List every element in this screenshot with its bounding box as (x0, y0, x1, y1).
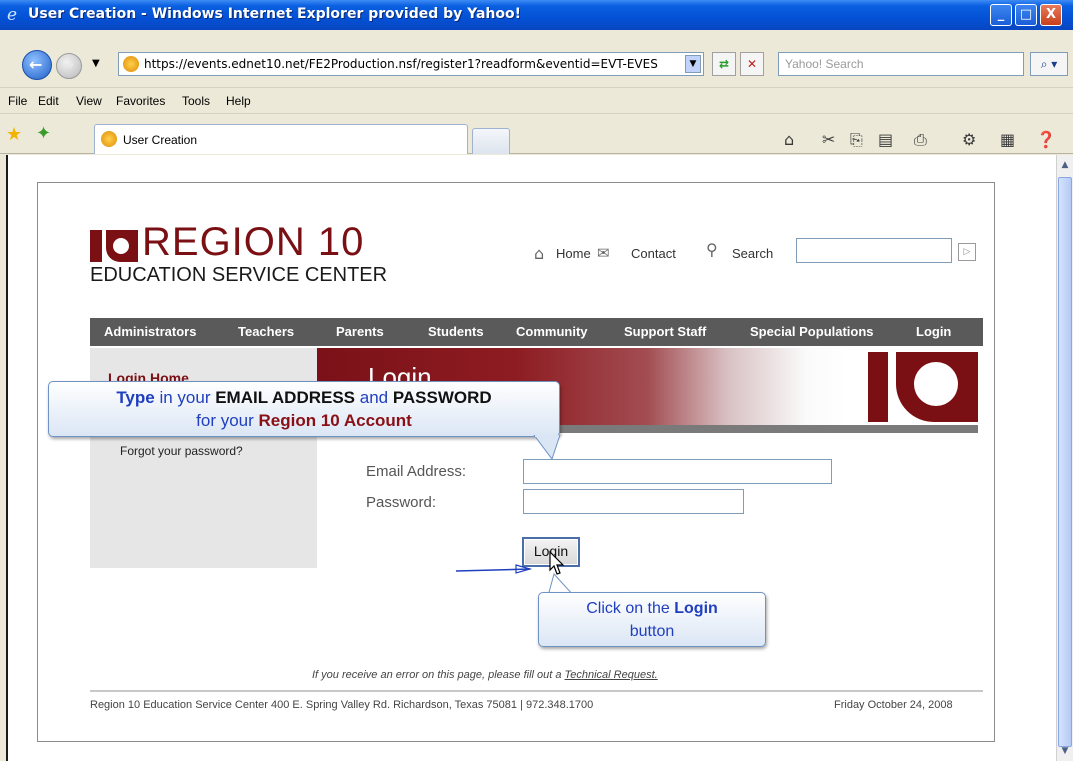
minimize-button[interactable]: _ (990, 4, 1012, 26)
nav-support-staff[interactable]: Support Staff (624, 324, 706, 339)
technical-request-link[interactable]: Technical Request. (565, 669, 658, 681)
scroll-down-icon[interactable]: ▼ (1058, 743, 1072, 759)
internet-explorer-icon: e (7, 5, 17, 23)
footer-address: Region 10 Education Service Center 400 E… (90, 699, 594, 711)
click-login-callout: Click on the Login button (538, 592, 766, 647)
callout-line-2: for your Region 10 Account (49, 411, 559, 431)
tab-user-creation[interactable]: User Creation (94, 124, 468, 154)
site-home-icon[interactable]: ⌂ (534, 244, 544, 263)
contact-mail-icon[interactable]: ✉ (597, 244, 610, 262)
callout-type-word: Type (116, 388, 155, 407)
password-field[interactable] (523, 489, 744, 514)
nav-teachers[interactable]: Teachers (238, 324, 294, 339)
address-dropdown-icon[interactable]: ▼ (685, 55, 701, 73)
email-field[interactable] (523, 459, 832, 484)
close-button[interactable]: X (1040, 4, 1062, 26)
vertical-scrollbar[interactable]: ▲ ▼ (1056, 155, 1073, 761)
callout-email-word: EMAIL ADDRESS (215, 388, 356, 407)
site-search-input[interactable] (796, 238, 952, 263)
clipboard-icon[interactable]: ▤ (878, 130, 893, 149)
nav-parents[interactable]: Parents (336, 324, 384, 339)
page-menu-icon[interactable]: ▦ (1000, 130, 1015, 149)
site-search-go-icon[interactable]: ▷ (958, 243, 976, 261)
back-button[interactable]: ← (22, 50, 52, 80)
nav-login[interactable]: Login (916, 324, 951, 339)
nav-administrators[interactable]: Administrators (104, 324, 196, 339)
callout-and-word: and (355, 388, 393, 407)
tools-icon[interactable]: ⚙ (962, 130, 976, 149)
menu-bar: File Edit View Favorites Tools Help (0, 88, 1073, 114)
callout-login-word: Login (674, 600, 718, 617)
error-note: If you receive an error on this page, pl… (312, 669, 658, 681)
footer-date: Friday October 24, 2008 (834, 699, 953, 711)
forgot-password-link[interactable]: Forgot your password? (120, 444, 243, 458)
email-label: Email Address: (366, 463, 467, 480)
site-favicon-icon (123, 56, 139, 72)
forward-arrow-icon: → (62, 57, 74, 73)
title-bar: e User Creation - Windows Internet Explo… (0, 0, 1073, 30)
site-favicon-icon (101, 131, 117, 147)
feeds-icon[interactable]: ✂ (822, 130, 835, 149)
contact-link[interactable]: Contact (631, 246, 676, 261)
footer-divider (90, 690, 983, 692)
callout-text: for your (196, 411, 259, 430)
menu-view[interactable]: View (76, 94, 102, 108)
menu-help[interactable]: Help (226, 94, 251, 108)
search-label: Search (732, 246, 774, 261)
search-icon: ⌕ ▾ (1040, 57, 1058, 71)
callout-pointer (533, 435, 561, 461)
menu-tools[interactable]: Tools (182, 94, 210, 108)
new-tab-button[interactable] (472, 128, 510, 154)
stop-icon: ✕ (746, 57, 758, 71)
window-title: User Creation - Windows Internet Explore… (28, 6, 522, 22)
scroll-up-icon[interactable]: ▲ (1058, 157, 1072, 173)
error-text: If you receive an error on this page, pl… (312, 669, 562, 681)
callout-line-1: Click on the Login (539, 599, 765, 619)
url-text[interactable]: https://events.ednet10.net/FE2Production… (144, 57, 674, 71)
callout-password-word: PASSWORD (392, 388, 492, 407)
nav-students[interactable]: Students (428, 324, 484, 339)
add-favorites-icon[interactable]: ✦ (36, 123, 51, 144)
password-label: Password: (366, 494, 437, 511)
address-bar[interactable]: https://events.ednet10.net/FE2Production… (118, 52, 704, 76)
history-dropdown-icon[interactable]: ▼ (92, 58, 100, 69)
back-arrow-icon: ← (29, 55, 43, 74)
callout-line-2: button (629, 623, 675, 640)
page-icon[interactable]: ⎘ (850, 130, 863, 150)
menu-edit[interactable]: Edit (38, 94, 59, 108)
home-icon[interactable]: ⌂ (784, 130, 794, 149)
stop-button[interactable]: ✕ (740, 52, 764, 76)
callout-text: in your (154, 388, 216, 407)
refresh-icon: ⇄ (718, 57, 730, 71)
callout-account-word: Region 10 Account (258, 411, 412, 430)
yahoo-search-input[interactable]: Yahoo! Search (778, 52, 1024, 76)
menu-favorites[interactable]: Favorites (116, 94, 165, 108)
home-link[interactable]: Home (556, 246, 591, 261)
refresh-button[interactable]: ⇄ (712, 52, 736, 76)
logo-text: REGION 10 (142, 220, 365, 264)
scroll-thumb[interactable] (1058, 177, 1072, 747)
callout-text: Click on the (586, 600, 675, 617)
nav-special-populations[interactable]: Special Populations (750, 324, 874, 339)
maximize-button[interactable]: □ (1015, 4, 1037, 26)
banner-logo-mark (868, 352, 978, 422)
logo-subtitle: EDUCATION SERVICE CENTER (90, 264, 388, 286)
print-icon[interactable]: ⎙ (914, 130, 927, 150)
favorites-star-icon[interactable]: ★ (6, 124, 22, 145)
region10-logo[interactable]: REGION 10 EDUCATION SERVICE CENTER (90, 220, 390, 290)
callout-line-1: Type in your EMAIL ADDRESS and PASSWORD (49, 388, 559, 408)
nav-community[interactable]: Community (516, 324, 588, 339)
forward-button[interactable]: → (56, 53, 82, 79)
main-nav: Administrators Teachers Parents Students… (90, 318, 983, 346)
help-icon[interactable]: ❓ (1036, 130, 1056, 149)
search-key-icon: ⚲ (706, 240, 718, 259)
tab-label: User Creation (123, 133, 198, 147)
type-instructions-callout: Type in your EMAIL ADDRESS and PASSWORD … (48, 381, 560, 437)
search-button[interactable]: ⌕ ▾ (1030, 52, 1068, 76)
svg-text:e: e (7, 5, 17, 23)
menu-file[interactable]: File (8, 94, 27, 108)
region10-logo-mark (90, 230, 138, 262)
